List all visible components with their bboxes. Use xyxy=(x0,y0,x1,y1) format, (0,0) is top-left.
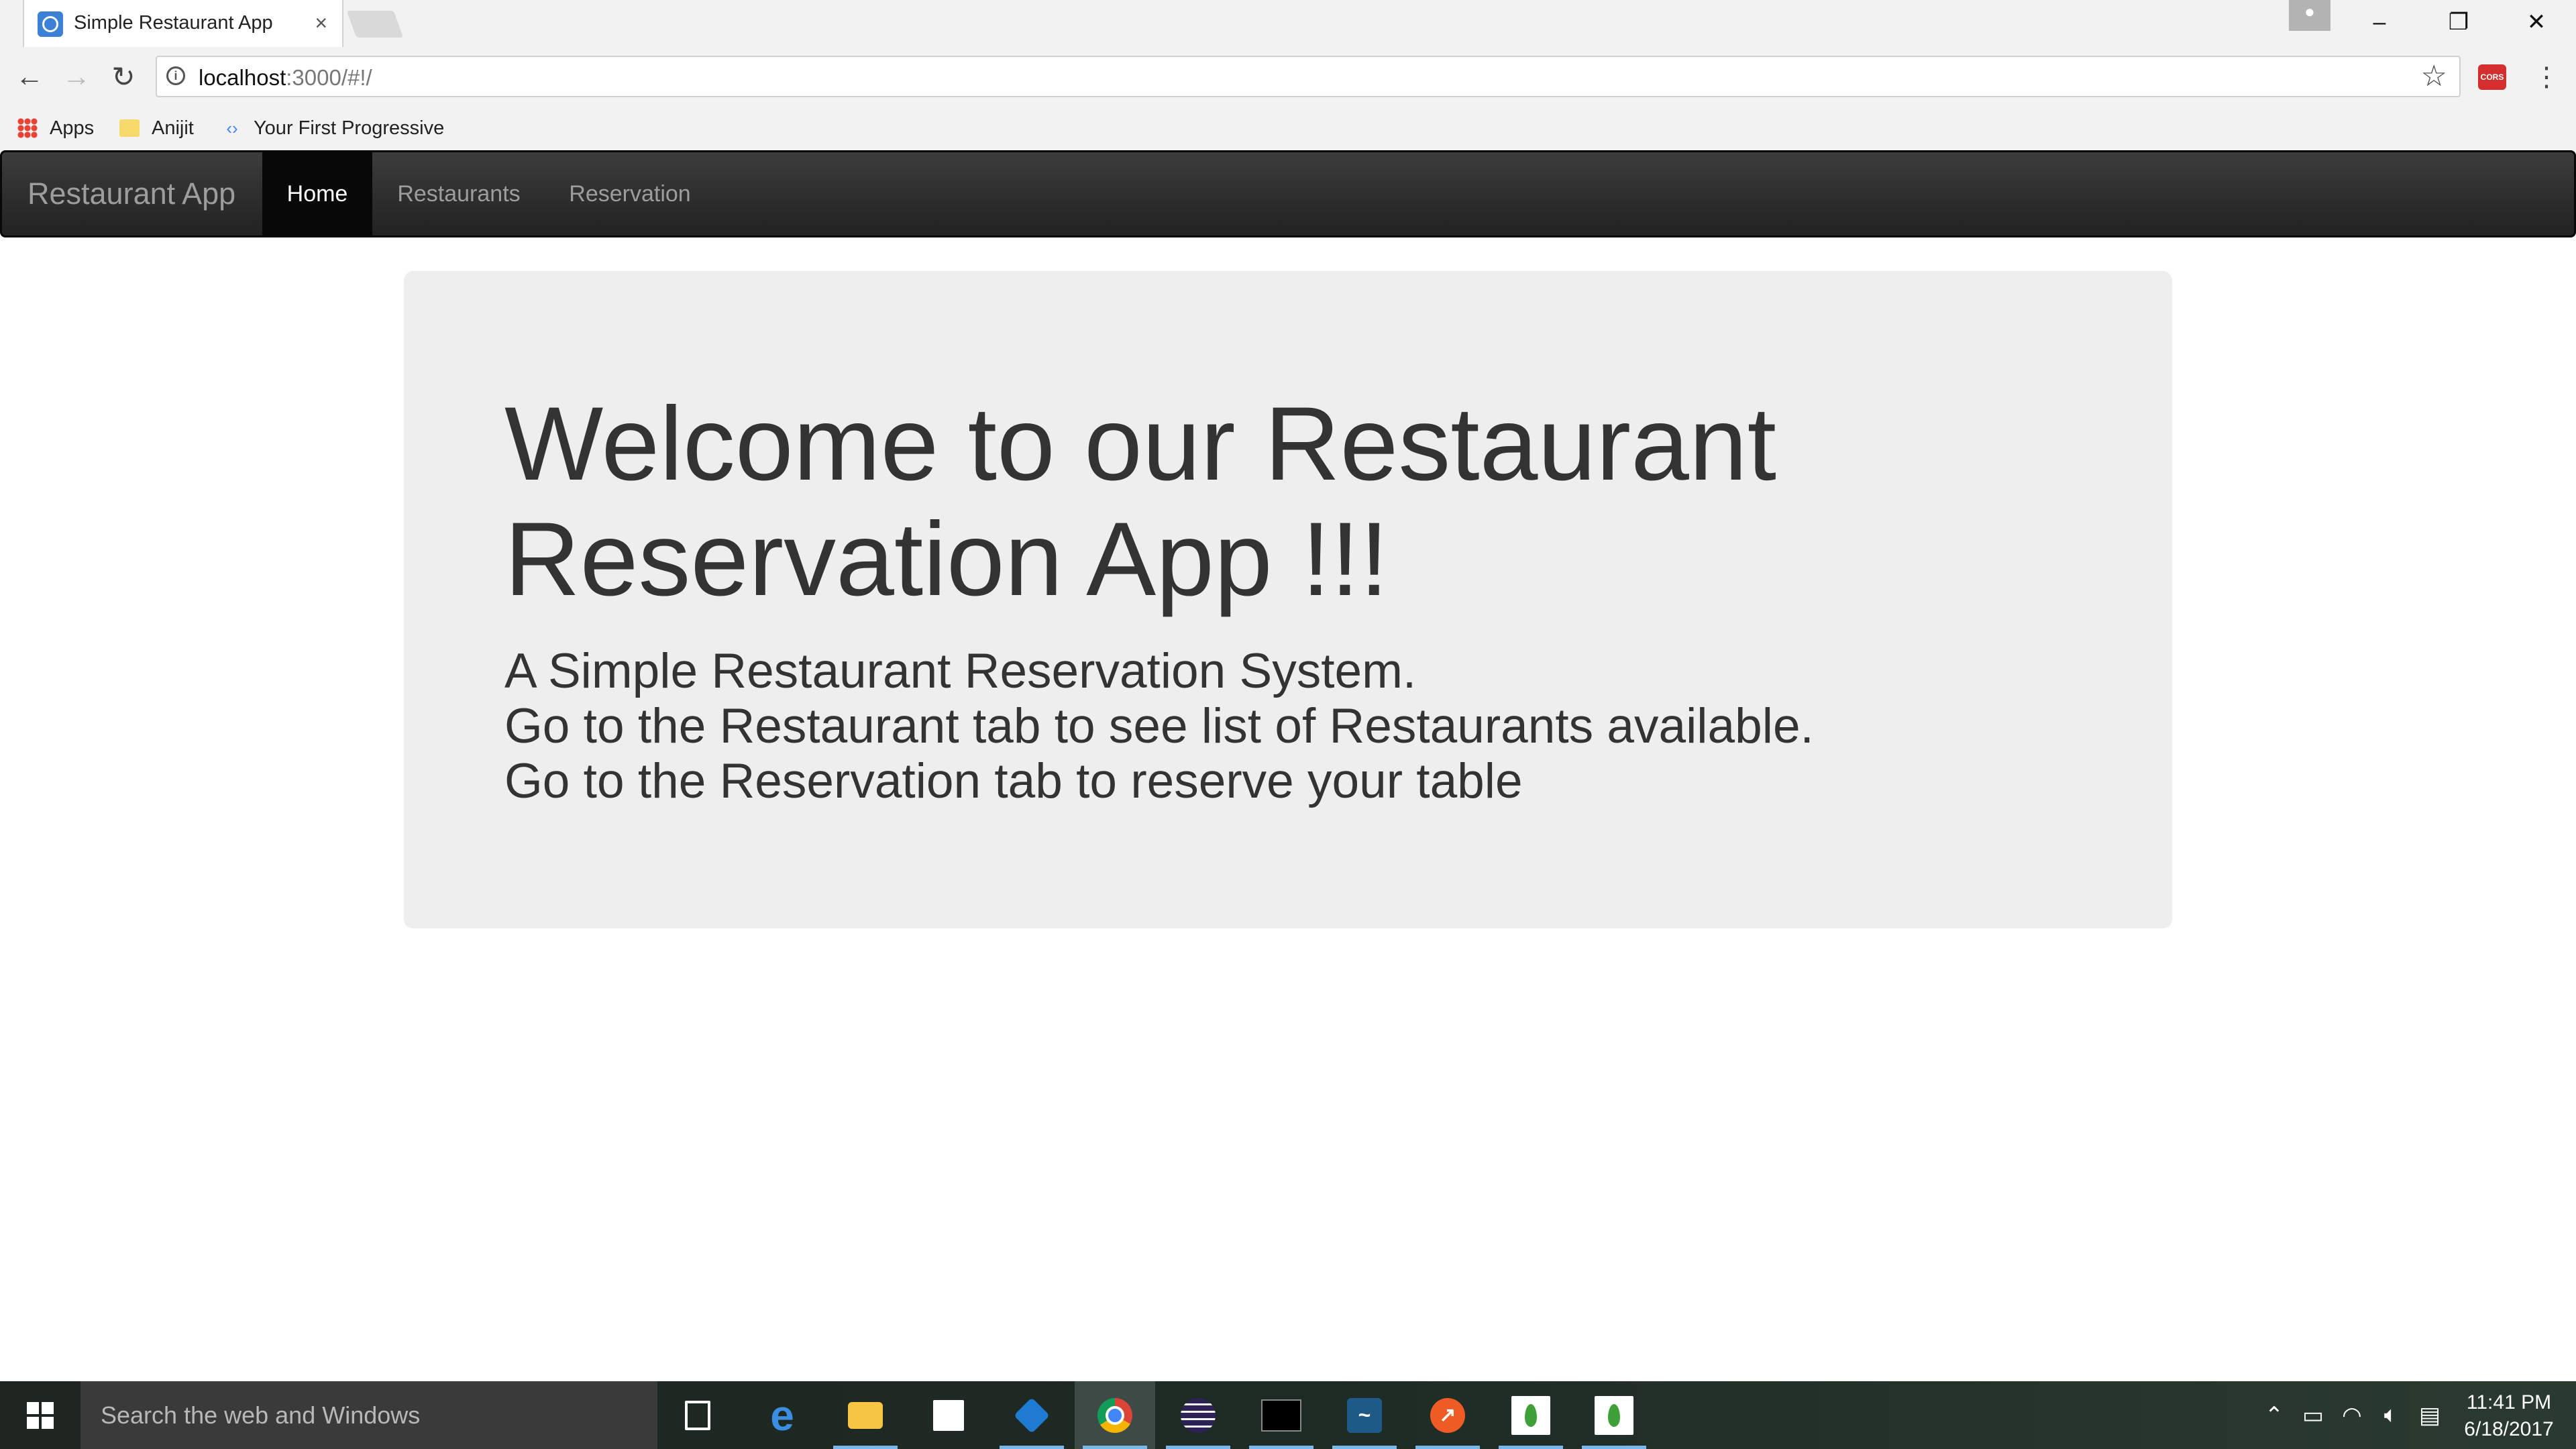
bookmark-label: Your First Progressive xyxy=(254,117,445,139)
edge-icon[interactable]: e xyxy=(742,1381,822,1449)
windows-logo-icon xyxy=(27,1401,54,1429)
wifi-icon[interactable]: ◠ xyxy=(2333,1381,2371,1449)
browser-toolbar: ← → ↻ i localhost:3000/#!/ ☆ CORS ⋮ xyxy=(0,47,2576,106)
app-navbar: Restaurant App Home Restaurants Reservat… xyxy=(0,150,2576,237)
tab-favicon-icon xyxy=(38,11,63,37)
clock-time: 11:41 PM xyxy=(2466,1391,2552,1413)
store-icon[interactable] xyxy=(908,1381,989,1449)
bookmark-label: Apps xyxy=(50,117,95,139)
chevron-up-icon[interactable]: ⌃ xyxy=(2255,1381,2293,1449)
nav-restaurants[interactable]: Restaurants xyxy=(372,152,545,235)
clock-date: 6/18/2017 xyxy=(2464,1418,2554,1440)
bookmark-your-first-progressive[interactable]: ‹› Your First Progressive xyxy=(223,114,444,142)
welcome-heading: Welcome to our Restaurant Reservation Ap… xyxy=(504,386,1776,618)
browser-tab[interactable]: Simple Restaurant App × xyxy=(23,0,343,47)
welcome-jumbotron: Welcome to our Restaurant Reservation Ap… xyxy=(404,271,2172,928)
battery-icon[interactable]: ▭ xyxy=(2294,1381,2332,1449)
description-line: Go to the Restaurant tab to see list of … xyxy=(504,699,1814,753)
back-arrow-icon[interactable]: ← xyxy=(9,56,50,97)
reload-icon[interactable]: ↻ xyxy=(103,56,144,97)
url-host: localhost xyxy=(199,65,286,90)
bookmark-label: Anijit xyxy=(152,117,194,139)
browser-tabstrip: Simple Restaurant App × – ❐ ✕ xyxy=(0,0,2576,47)
window-close-button[interactable]: ✕ xyxy=(2497,0,2576,44)
chrome-icon[interactable] xyxy=(1075,1381,1155,1449)
tab-close-icon[interactable]: × xyxy=(315,11,327,35)
action-center-icon[interactable]: ▤ xyxy=(2411,1381,2449,1449)
minimize-button[interactable]: – xyxy=(2340,0,2419,44)
description-line: Go to the Reservation tab to reserve you… xyxy=(504,754,1523,808)
mongodb-icon[interactable] xyxy=(1491,1381,1571,1449)
eclipse-icon[interactable] xyxy=(1158,1381,1238,1449)
forward-arrow-icon[interactable]: → xyxy=(56,56,97,97)
bookmark-anijit[interactable]: Anijit xyxy=(119,114,194,142)
bookmark-star-icon[interactable]: ☆ xyxy=(2421,60,2447,93)
mysql-workbench-icon[interactable]: ~ xyxy=(1324,1381,1405,1449)
taskbar-search-input[interactable]: Search the web and Windows xyxy=(80,1381,657,1449)
profile-avatar-icon[interactable] xyxy=(2289,0,2330,31)
postman-icon[interactable]: ↗ xyxy=(1407,1381,1488,1449)
url-path: :3000/#!/ xyxy=(286,65,372,90)
folder-icon xyxy=(119,119,140,137)
task-view-icon[interactable] xyxy=(657,1381,738,1449)
taskbar-clock[interactable]: 11:41 PM 6/18/2017 xyxy=(2455,1389,2563,1443)
volume-icon[interactable]: 🔈︎ xyxy=(2372,1381,2410,1449)
address-bar[interactable]: i localhost:3000/#!/ ☆ xyxy=(156,56,2461,97)
bookmarks-bar: Apps Anijit ‹› Your First Progressive xyxy=(0,106,2576,150)
restore-button[interactable]: ❐ xyxy=(2419,0,2498,44)
windows-taskbar: Search the web and Windows e ~ ↗ ⌃ ▭ ◠ 🔈… xyxy=(0,1381,2576,1449)
cors-extension-icon[interactable]: CORS xyxy=(2478,64,2506,90)
site-info-icon[interactable]: i xyxy=(166,66,185,85)
description-line: A Simple Restaurant Reservation System. xyxy=(504,644,1417,698)
file-explorer-icon[interactable] xyxy=(825,1381,906,1449)
pwa-icon: ‹› xyxy=(226,118,238,138)
mongodb-icon[interactable] xyxy=(1574,1381,1654,1449)
apps-grid-icon xyxy=(17,118,38,138)
visual-studio-code-icon[interactable] xyxy=(991,1381,1072,1449)
nav-home[interactable]: Home xyxy=(262,152,372,235)
bookmark-apps[interactable]: Apps xyxy=(17,114,94,142)
address-url[interactable]: localhost:3000/#!/ xyxy=(199,65,372,91)
command-prompt-icon[interactable] xyxy=(1241,1381,1322,1449)
start-button[interactable] xyxy=(0,1381,80,1449)
navbar-brand[interactable]: Restaurant App xyxy=(28,176,235,211)
welcome-description: A Simple Restaurant Reservation System. … xyxy=(504,644,2114,809)
new-tab-button[interactable] xyxy=(346,11,404,38)
browser-menu-icon[interactable]: ⋮ xyxy=(2533,60,2560,94)
nav-reservation[interactable]: Reservation xyxy=(545,152,714,235)
tab-title: Simple Restaurant App xyxy=(74,12,273,34)
